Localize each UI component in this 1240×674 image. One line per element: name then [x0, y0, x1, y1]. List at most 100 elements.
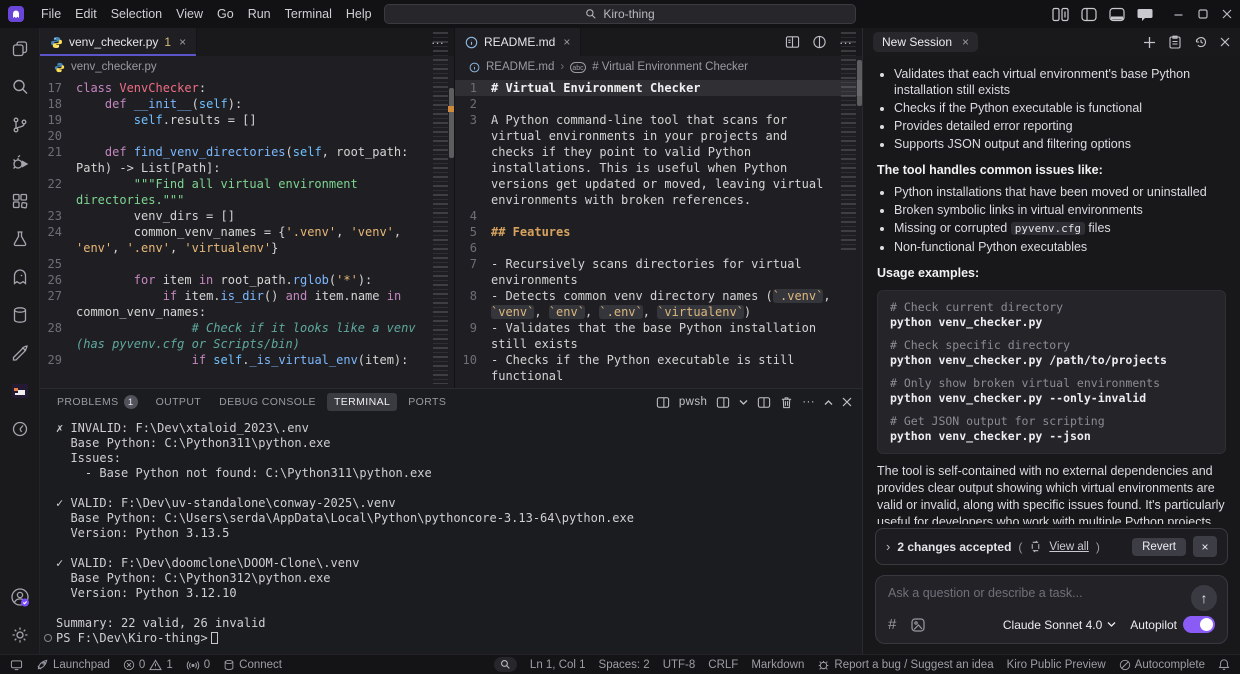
chat-bullet: Missing or corrupted pyvenv.cfg files [894, 220, 1226, 237]
prompt-pen-icon[interactable] [9, 342, 31, 364]
expand-chevron-icon[interactable]: › [886, 539, 890, 554]
menu-selection[interactable]: Selection [104, 5, 169, 23]
close-button[interactable] [1222, 9, 1232, 19]
menu-go[interactable]: Go [210, 5, 241, 23]
testing-icon[interactable] [9, 228, 31, 250]
maximize-button[interactable] [1198, 9, 1208, 19]
chat-session-tab[interactable]: New Session × [873, 32, 978, 52]
tab-venv-checker[interactable]: venv_checker.py 1 × [40, 28, 197, 56]
language-mode[interactable]: Markdown [751, 659, 804, 671]
encoding[interactable]: UTF-8 [663, 659, 696, 671]
trash-icon[interactable] [780, 396, 793, 409]
scrollbar[interactable] [857, 60, 862, 106]
shell-label[interactable]: pwsh [679, 396, 707, 408]
model-selector[interactable]: Claude Sonnet 4.0 [1003, 618, 1116, 632]
more-actions-icon[interactable]: ··· [431, 35, 444, 50]
terminal-output[interactable]: ✗ INVALID: F:\Dev\xtaloid_2023\.env Base… [40, 415, 862, 654]
pixel-art-icon[interactable] [9, 380, 31, 402]
markdown-preview-icon[interactable] [785, 35, 800, 49]
terminal-prompt-line[interactable]: PS F:\Dev\Kiro-thing> [56, 631, 862, 646]
chevron-up-icon[interactable] [824, 399, 833, 406]
attach-image-icon[interactable] [910, 617, 926, 633]
remote-indicator[interactable] [10, 659, 23, 671]
chevron-down-icon[interactable] [739, 399, 748, 406]
tab-debug-console[interactable]: DEBUG CONSOLE [212, 393, 323, 411]
panel-left-icon[interactable] [1081, 7, 1097, 22]
history-icon[interactable] [9, 418, 31, 440]
eol-sequence[interactable]: CRLF [708, 659, 738, 671]
problems-status[interactable]: 0 1 [123, 659, 173, 671]
revert-button[interactable]: Revert [1132, 538, 1186, 556]
kiro-preview-label[interactable]: Kiro Public Preview [1007, 659, 1106, 671]
menu-view[interactable]: View [169, 5, 210, 23]
close-panel-icon[interactable] [842, 397, 852, 407]
database-icon[interactable] [9, 304, 31, 326]
more-actions-icon[interactable]: ··· [839, 35, 852, 50]
explorer-icon[interactable] [9, 38, 31, 60]
code-editor-python[interactable]: 17class VenvChecker:18 def __init__(self… [40, 78, 454, 388]
menu-run[interactable]: Run [241, 5, 278, 23]
menu-help[interactable]: Help [339, 5, 379, 23]
panel-bottom-icon[interactable] [1109, 7, 1125, 22]
code-editor-readme[interactable]: 1# Virtual Environment Checker2 3A Pytho… [455, 78, 862, 388]
account-icon[interactable] [9, 586, 31, 608]
chat-input[interactable] [888, 586, 1156, 600]
feedback-link[interactable]: Report a bug / Suggest an idea [817, 659, 993, 671]
search-icon[interactable] [9, 76, 31, 98]
extensions-icon[interactable] [9, 190, 31, 212]
launchpad-status[interactable]: Launchpad [36, 658, 110, 671]
dismiss-changes-button[interactable]: × [1193, 536, 1217, 557]
connect-status[interactable]: Connect [223, 659, 282, 671]
remote-icon [10, 659, 23, 671]
new-terminal-icon[interactable] [716, 396, 730, 409]
indentation[interactable]: Spaces: 2 [599, 659, 650, 671]
bell-icon[interactable] [1218, 658, 1230, 671]
cursor-position[interactable]: Ln 1, Col 1 [530, 659, 586, 671]
close-tab-icon[interactable]: × [563, 35, 570, 49]
menu-file[interactable]: File [34, 5, 68, 23]
screencast-pill[interactable] [494, 657, 517, 672]
view-all-link[interactable]: View all [1049, 541, 1088, 553]
tab-output[interactable]: OUTPUT [149, 393, 209, 411]
more-actions-icon[interactable]: ··· [802, 396, 815, 408]
context-hash-icon[interactable]: # [888, 616, 896, 633]
scrollbar[interactable] [449, 88, 454, 158]
split-terminal-icon[interactable] [757, 396, 771, 409]
changes-accepted-bar[interactable]: › 2 changes accepted ( View all ) Revert… [875, 528, 1228, 565]
chat-icon[interactable] [1137, 7, 1153, 22]
command-search-box[interactable]: Kiro-thing [384, 4, 856, 24]
split-editor-icon[interactable] [812, 35, 827, 49]
terminal-line: ✓ VALID: F:\Dev\uv-standalone\conway-202… [56, 496, 862, 511]
tab-terminal[interactable]: TERMINAL [327, 393, 397, 411]
kiro-logo-icon[interactable] [8, 6, 24, 22]
session-tab-label: New Session [882, 35, 952, 49]
broadcast-status[interactable]: 0 [186, 659, 210, 671]
breadcrumb-file: venv_checker.py [71, 61, 157, 73]
autocomplete-status[interactable]: Autocomplete [1119, 659, 1205, 671]
new-session-icon[interactable] [1143, 36, 1156, 49]
close-session-icon[interactable]: × [962, 35, 969, 49]
send-button[interactable]: ↑ [1191, 585, 1217, 611]
terminal-instance-icon[interactable] [656, 396, 670, 409]
line-number: 7 [455, 256, 491, 288]
tab-problems[interactable]: PROBLEMS1 [50, 392, 145, 412]
breadcrumb[interactable]: README.md › abc # Virtual Environment Ch… [455, 56, 862, 78]
tab-ports[interactable]: PORTS [401, 393, 453, 411]
history-icon[interactable] [1194, 35, 1208, 49]
settings-gear-icon[interactable] [9, 624, 31, 646]
chat-input-box[interactable]: ↑ # Claude Sonnet 4.0 Autopilot [875, 575, 1228, 644]
chat-message-area[interactable]: Validates that each virtual environment'… [863, 56, 1240, 524]
kiro-ghost-icon[interactable] [9, 266, 31, 288]
menu-edit[interactable]: Edit [68, 5, 104, 23]
minimize-button[interactable] [1173, 9, 1184, 20]
menu-terminal[interactable]: Terminal [278, 5, 339, 23]
close-panel-icon[interactable] [1220, 37, 1230, 47]
tab-readme[interactable]: README.md × [455, 28, 581, 56]
autopilot-toggle[interactable] [1183, 616, 1215, 633]
run-debug-icon[interactable] [9, 152, 31, 174]
task-list-icon[interactable] [1168, 35, 1182, 49]
close-tab-icon[interactable]: × [179, 35, 186, 49]
source-control-icon[interactable] [9, 114, 31, 136]
customize-layout-icon[interactable] [1052, 7, 1069, 22]
breadcrumb[interactable]: venv_checker.py [40, 56, 454, 78]
